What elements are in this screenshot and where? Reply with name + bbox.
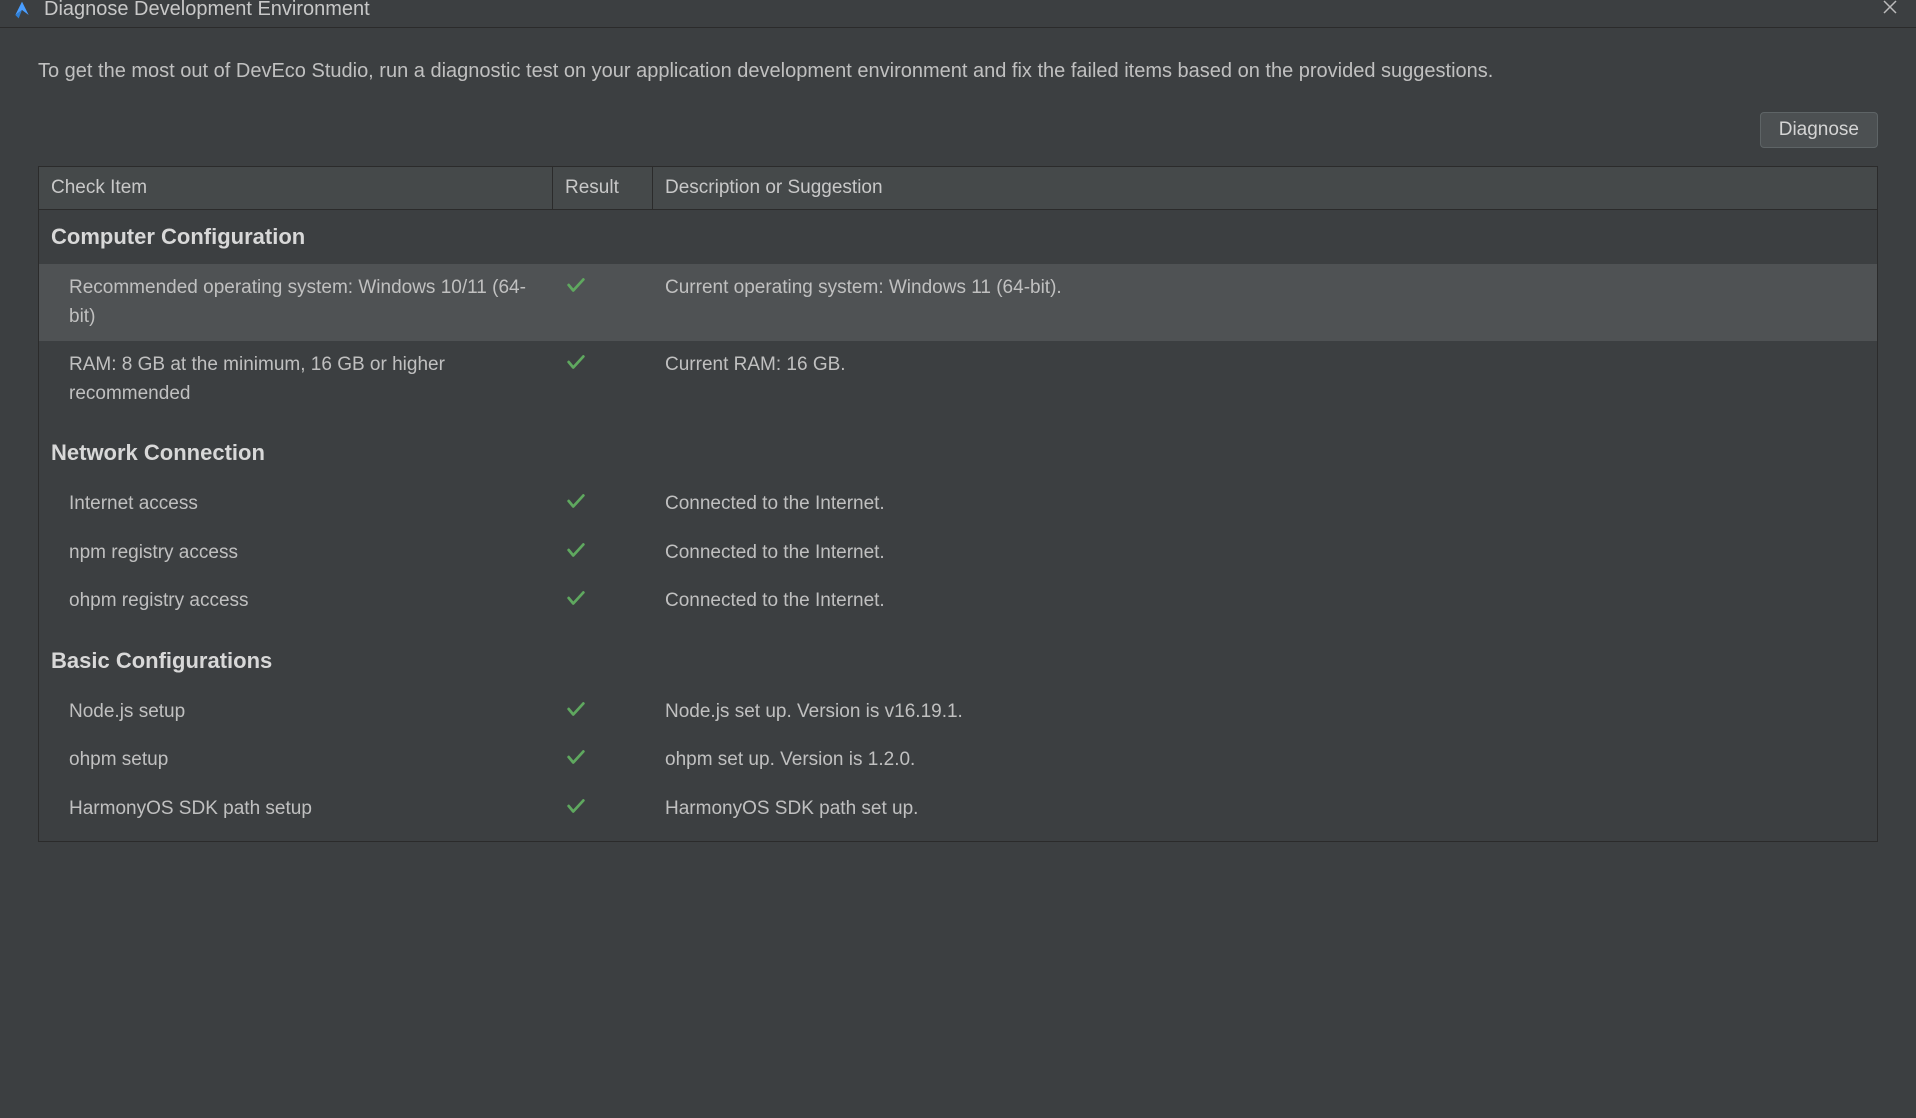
section-header: Basic Configurations (39, 634, 1877, 688)
result-cell (553, 746, 653, 775)
check-item-cell: Internet access (39, 490, 553, 519)
table-row[interactable]: ohpm registry access Connected to the Int… (39, 577, 1877, 626)
header-check-item: Check Item (39, 167, 553, 209)
result-cell (553, 351, 653, 408)
header-result: Result (553, 167, 653, 209)
result-cell (553, 539, 653, 568)
checkmark-icon (565, 351, 587, 373)
app-logo-icon (12, 0, 32, 20)
checkmark-icon (565, 490, 587, 512)
description-cell: Connected to the Internet. (653, 539, 1877, 568)
content-area: To get the most out of DevEco Studio, ru… (0, 28, 1916, 842)
check-item-cell: RAM: 8 GB at the minimum, 16 GB or highe… (39, 351, 553, 408)
table-row[interactable]: Node.js setup Node.js set up. Version is … (39, 688, 1877, 737)
table-row[interactable]: Recommended operating system: Windows 10… (39, 264, 1877, 341)
section-gap (39, 626, 1877, 634)
result-cell (553, 587, 653, 616)
button-row: Diagnose (38, 112, 1878, 148)
result-cell (553, 795, 653, 824)
description-cell: Current RAM: 16 GB. (653, 351, 1877, 408)
table-row[interactable]: HarmonyOS SDK path setup HarmonyOS SDK pa… (39, 785, 1877, 834)
section-header: Network Connection (39, 426, 1877, 480)
result-cell (553, 274, 653, 331)
result-cell (553, 698, 653, 727)
close-button[interactable] (1876, 0, 1904, 22)
table-row[interactable]: ohpm setup ohpm set up. Version is 1.2.0. (39, 736, 1877, 785)
title-bar: Diagnose Development Environment (0, 0, 1916, 28)
table-header: Check Item Result Description or Suggest… (39, 167, 1877, 210)
checkmark-icon (565, 698, 587, 720)
table-row[interactable]: RAM: 8 GB at the minimum, 16 GB or highe… (39, 341, 1877, 418)
description-cell: Current operating system: Windows 11 (64… (653, 274, 1877, 331)
description-cell: Connected to the Internet. (653, 490, 1877, 519)
description-cell: Connected to the Internet. (653, 587, 1877, 616)
table-row[interactable]: npm registry access Connected to the Inte… (39, 529, 1877, 578)
window-title: Diagnose Development Environment (44, 0, 1876, 21)
description-text: To get the most out of DevEco Studio, ru… (38, 56, 1878, 86)
table-row[interactable]: Internet access Connected to the Internet… (39, 480, 1877, 529)
section-gap (39, 418, 1877, 426)
check-item-cell: Recommended operating system: Windows 10… (39, 274, 553, 331)
checkmark-icon (565, 746, 587, 768)
result-cell (553, 490, 653, 519)
checkmark-icon (565, 274, 587, 296)
header-description: Description or Suggestion (653, 167, 1877, 209)
checkmark-icon (565, 795, 587, 817)
description-cell: Node.js set up. Version is v16.19.1. (653, 698, 1877, 727)
check-item-cell: ohpm setup (39, 746, 553, 775)
check-item-cell: npm registry access (39, 539, 553, 568)
diagnostic-table: Check Item Result Description or Suggest… (38, 166, 1878, 842)
checkmark-icon (565, 539, 587, 561)
close-icon (1882, 0, 1898, 15)
check-item-cell: ohpm registry access (39, 587, 553, 616)
check-item-cell: Node.js setup (39, 698, 553, 727)
description-cell: ohpm set up. Version is 1.2.0. (653, 746, 1877, 775)
table-body: Computer Configuration Recommended operat… (39, 210, 1877, 841)
section-header: Computer Configuration (39, 210, 1877, 264)
checkmark-icon (565, 587, 587, 609)
check-item-cell: HarmonyOS SDK path setup (39, 795, 553, 824)
diagnose-button[interactable]: Diagnose (1760, 112, 1878, 148)
section-gap (39, 833, 1877, 841)
description-cell: HarmonyOS SDK path set up. (653, 795, 1877, 824)
